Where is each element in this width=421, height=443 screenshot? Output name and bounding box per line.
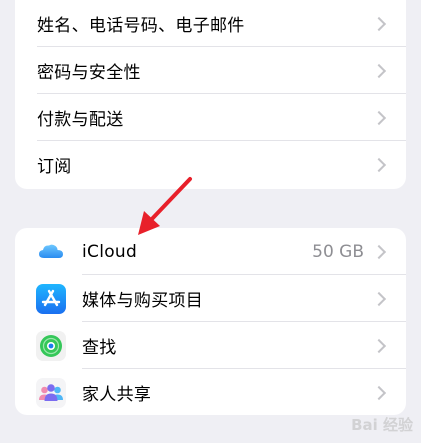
family-sharing-icon [36,377,66,408]
row-label: 媒体与购买项目 [82,291,204,311]
password-security-row[interactable]: 密码与安全性 [15,47,406,94]
services-group: iCloud 50 GB 媒体与购买项目 查找 家人共享 [15,228,406,415]
find-my-row[interactable]: 查找 [15,322,406,369]
chevron-right-icon [371,244,387,259]
row-label: 付款与配送 [37,110,124,130]
watermark: Bai 经验 [351,416,413,434]
chevron-right-icon [371,110,387,125]
row-label: 家人共享 [82,385,152,405]
family-sharing-row[interactable]: 家人共享 [15,369,406,415]
annotation-arrow-icon [138,177,192,235]
row-label: 订阅 [37,157,72,177]
chevron-right-icon [371,385,387,400]
media-purchases-row[interactable]: 媒体与购买项目 [15,275,406,322]
chevron-right-icon [371,291,387,306]
icloud-icon [36,236,66,267]
app-store-icon [36,283,66,314]
name-phone-email-row[interactable]: 姓名、电话号码、电子邮件 [15,0,406,47]
row-label: 姓名、电话号码、电子邮件 [37,16,245,36]
chevron-right-icon [371,63,387,78]
subscriptions-row[interactable]: 订阅 [15,141,406,188]
row-label: 查找 [82,338,117,358]
account-settings-group: 姓名、电话号码、电子邮件 密码与安全性 付款与配送 订阅 [15,0,406,189]
chevron-right-icon [371,338,387,353]
storage-detail: 50 GB [312,241,364,262]
chevron-right-icon [371,16,387,31]
chevron-right-icon [371,157,387,172]
find-my-icon [36,330,66,361]
row-label: 密码与安全性 [37,63,141,83]
icloud-row[interactable]: iCloud 50 GB [15,228,406,275]
row-label: iCloud [82,241,138,262]
payment-shipping-row[interactable]: 付款与配送 [15,94,406,141]
